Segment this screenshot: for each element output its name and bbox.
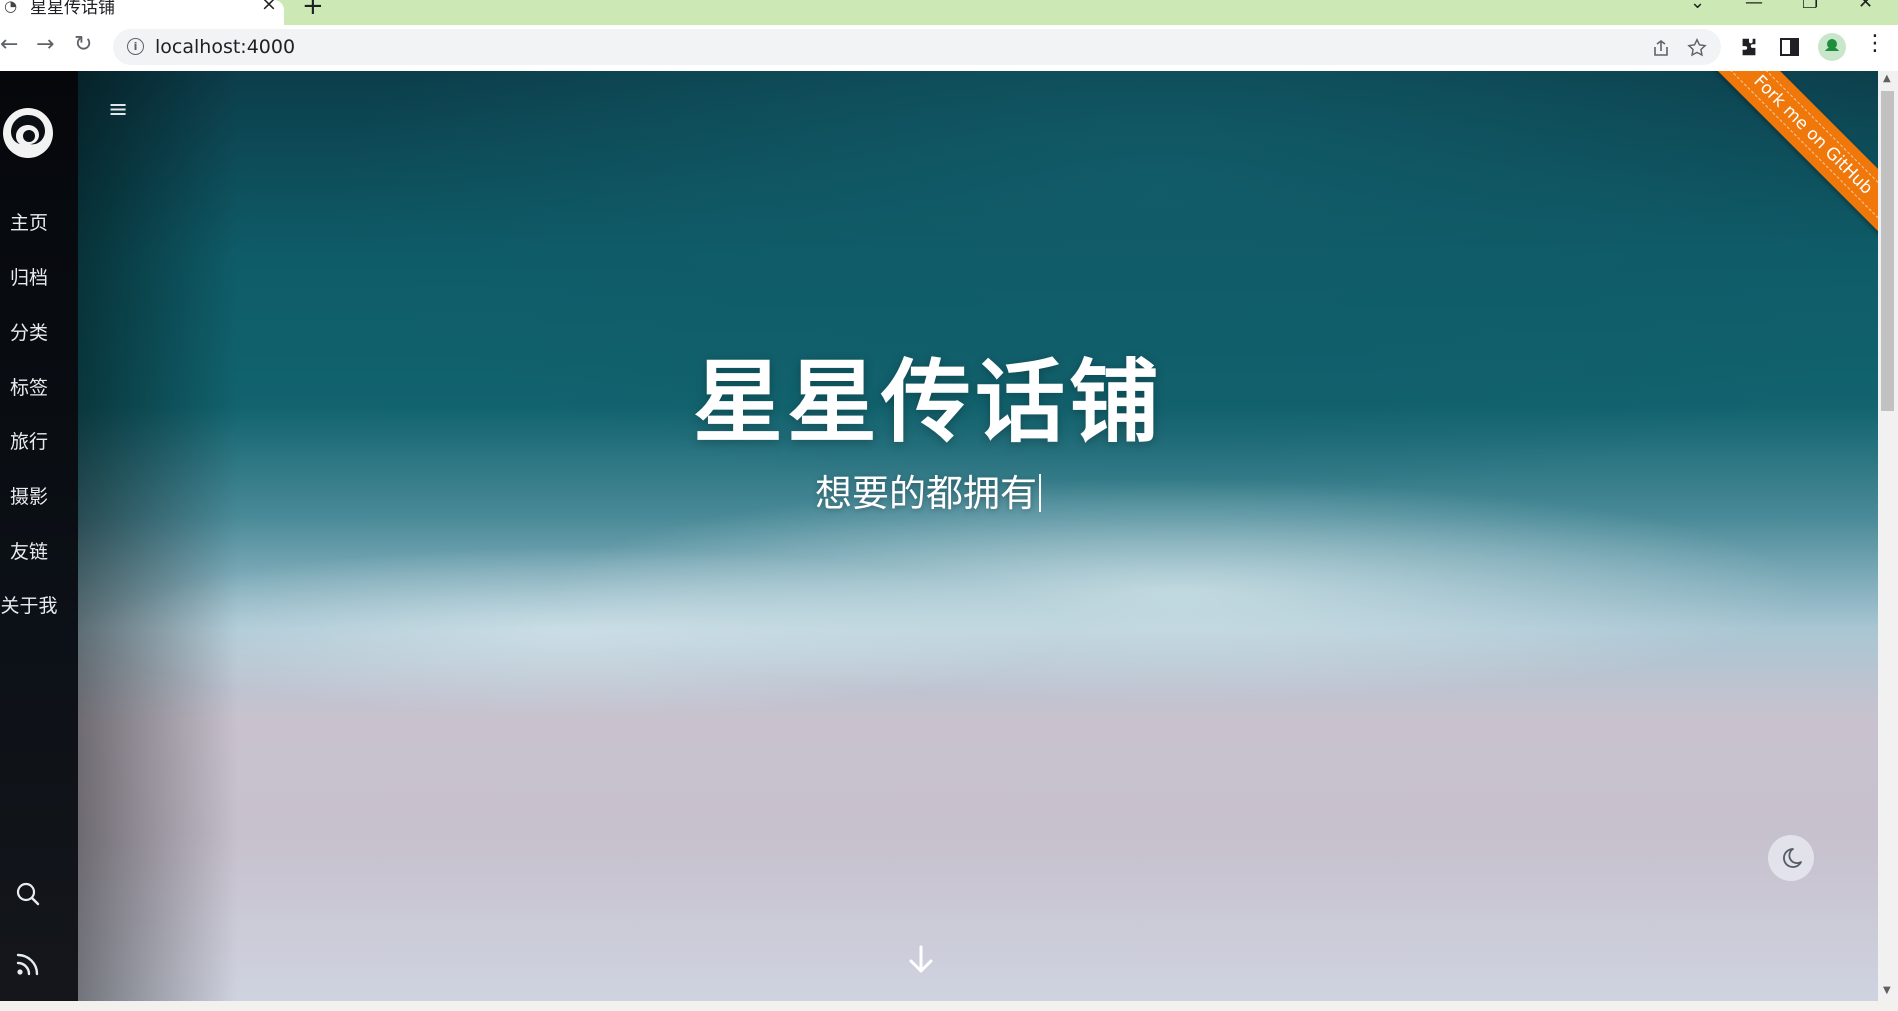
sidebar-item-travel[interactable]: 旅行 [0, 427, 58, 454]
url-text[interactable]: localhost:4000 [155, 36, 295, 58]
site-subtitle: 想要的都拥有 [78, 463, 1778, 517]
github-ribbon: Fork me on GitHub [1708, 71, 1878, 241]
tab-search-icon[interactable]: ⌄ [1690, 0, 1705, 13]
sidebar-item-about[interactable]: 关于我 [0, 591, 58, 618]
webpage: 主页 归档 分类 标签 旅行 摄影 友链 关于我 ≡ 星星传话铺 想要的都拥有 … [0, 71, 1878, 1001]
browser-tab[interactable]: ◔ 星星传话铺 × [0, 0, 284, 25]
site-info-icon[interactable]: i [127, 38, 144, 55]
hero-banner: ≡ 星星传话铺 想要的都拥有 Fork me on GitHub [78, 71, 1878, 1001]
search-icon[interactable] [13, 879, 43, 909]
typing-cursor [1039, 474, 1041, 512]
subtitle-text: 想要的都拥有 [815, 472, 1037, 515]
menu-toggle-icon[interactable]: ≡ [108, 95, 128, 123]
window-close-icon[interactable]: ✕ [1858, 0, 1873, 13]
share-icon[interactable] [1651, 38, 1671, 58]
moon-icon [1783, 848, 1802, 868]
sidebar: 主页 归档 分类 标签 旅行 摄影 友链 关于我 [0, 71, 78, 1001]
extensions-icon[interactable] [1738, 36, 1760, 58]
tab-close-icon[interactable]: × [261, 0, 277, 15]
sidebar-item-categories[interactable]: 分类 [0, 318, 58, 345]
scroll-down-icon[interactable]: ▼ [1883, 985, 1891, 996]
sidepanel-icon[interactable] [1779, 36, 1801, 58]
restore-icon[interactable]: ❐ [1802, 0, 1818, 13]
sidebar-item-photography[interactable]: 摄影 [0, 482, 58, 509]
forward-button[interactable]: → [36, 32, 54, 57]
tab-title: 星星传话铺 [30, 0, 115, 18]
reload-button[interactable]: ↻ [74, 32, 92, 57]
star-icon[interactable] [1686, 37, 1708, 59]
ribbon-label: Fork me on GitHub [1715, 71, 1878, 233]
vertical-scrollbar[interactable]: ▲ ▼ [1878, 71, 1898, 1001]
bottom-edge [0, 1001, 1898, 1011]
sidebar-item-tags[interactable]: 标签 [0, 373, 58, 400]
back-button[interactable]: ← [0, 32, 18, 57]
sidebar-item-archive[interactable]: 归档 [0, 263, 58, 290]
sidebar-item-links[interactable]: 友链 [0, 537, 58, 564]
browser-toolbar: ← → ↻ i localhost:4000 ⋮ [0, 25, 1898, 71]
dark-mode-toggle[interactable] [1768, 835, 1814, 881]
scroll-down-arrow-icon[interactable] [906, 943, 936, 977]
profile-avatar-icon[interactable] [1818, 33, 1846, 61]
tab-strip: ◔ 星星传话铺 × + ⌄ — ❐ ✕ [0, 0, 1898, 25]
browser-menu-icon[interactable]: ⋮ [1864, 31, 1886, 56]
hero-shade [78, 71, 238, 1001]
scroll-up-icon[interactable]: ▲ [1883, 73, 1891, 84]
new-tab-button[interactable]: + [302, 0, 324, 21]
fork-me-ribbon[interactable]: Fork me on GitHub [1709, 71, 1878, 239]
rss-icon[interactable] [13, 949, 43, 979]
site-title: 星星传话铺 [693, 350, 1163, 455]
minimize-icon[interactable]: — [1745, 0, 1763, 13]
sidebar-item-home[interactable]: 主页 [0, 208, 58, 235]
address-bar[interactable]: i localhost:4000 [113, 29, 1721, 65]
scrollbar-thumb[interactable] [1881, 91, 1894, 411]
globe-icon: ◔ [4, 0, 18, 15]
logo-icon[interactable] [2, 107, 54, 159]
